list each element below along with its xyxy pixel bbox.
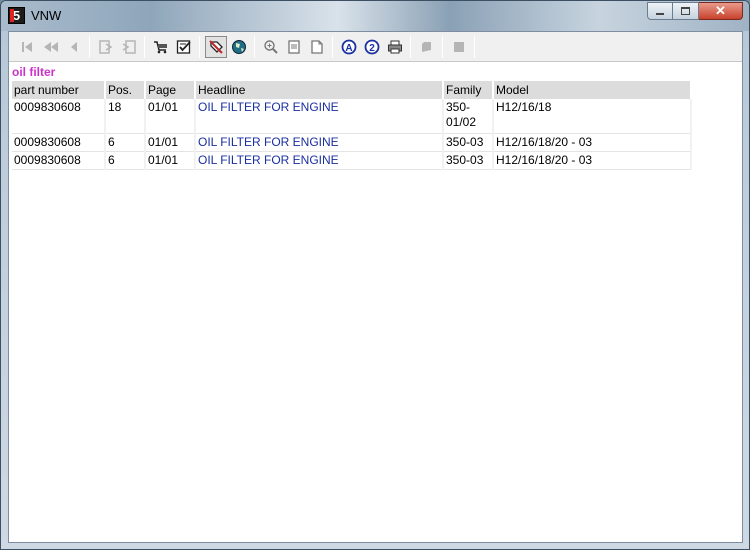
cell-part-number: 0009830608 [12,99,106,134]
column-header-family[interactable]: Family [443,81,494,99]
stamp-icon [421,41,431,52]
cell-part-number: 0009830608 [12,133,106,152]
export-button[interactable] [95,36,117,58]
cell-page: 01/01 [145,133,196,152]
previous-page-button[interactable] [63,36,85,58]
svg-text:2: 2 [369,43,375,54]
table-row[interactable]: 0009830608 18 01/01 OIL FILTER FOR ENGIN… [12,99,692,134]
toolbar: A 2 [9,32,742,62]
action-group: A 2 [335,34,408,60]
print-button[interactable] [384,36,406,58]
table-row[interactable]: 0009830608 6 01/01 OIL FILTER FOR ENGINE… [12,151,692,170]
tag-button[interactable] [204,35,227,58]
maximize-button[interactable] [673,2,699,20]
page-fold-button[interactable] [306,36,328,58]
cart-group [147,34,197,60]
app-window: 5 VNW ✕ A 2 oil filter part number Pos. … [0,0,750,550]
client-area: A 2 oil filter part number Pos. Page Hea… [8,31,743,543]
export-icon [98,39,112,54]
nav-group [14,34,87,60]
toolbar-separator [442,35,443,58]
cart-button[interactable] [150,36,172,58]
first-page-icon [21,41,32,52]
print-icon [387,40,402,53]
stop-icon [453,41,464,52]
view-group [202,34,252,60]
cell-model: H12/16/18 [493,99,692,134]
svg-text:A: A [345,43,352,54]
cell-part-number: 0009830608 [12,151,106,170]
checklist-icon [176,39,191,54]
column-header-headline[interactable]: Headline [195,81,444,99]
column-header-page[interactable]: Page [145,81,196,99]
zoom-group [257,34,330,60]
cell-model: H12/16/18/20 - 03 [493,133,692,152]
caption-buttons: ✕ [647,2,743,20]
cell-pos: 6 [105,151,146,170]
cell-headline-link[interactable]: OIL FILTER FOR ENGINE [195,133,444,152]
close-icon: ✕ [715,3,726,18]
table-row[interactable]: 0009830608 6 01/01 OIL FILTER FOR ENGINE… [12,133,692,152]
circle-a-button[interactable]: A [338,36,360,58]
toolbar-separator [254,35,255,58]
zoom-in-icon [263,39,278,54]
maximize-icon [681,7,690,15]
stop-button[interactable] [448,36,470,58]
page-fold-icon [310,39,323,54]
column-header-model[interactable]: Model [493,81,692,99]
toolbar-separator [144,35,145,58]
stop-group [445,34,472,60]
previous-pages-icon [43,41,58,52]
stamp-button[interactable] [416,36,438,58]
cell-headline-link[interactable]: OIL FILTER FOR ENGINE [195,151,444,170]
close-button[interactable]: ✕ [699,2,743,20]
cell-family: 350-03 [443,151,494,170]
cell-family: 350-01/02 [443,99,494,134]
import-button[interactable] [118,36,140,58]
toolbar-separator [199,35,200,58]
minimize-button[interactable] [647,2,673,20]
cell-page: 01/01 [145,151,196,170]
checklist-button[interactable] [173,36,195,58]
page-icon [287,39,300,54]
title-bar[interactable]: 5 VNW ✕ [1,1,749,31]
cell-pos: 18 [105,99,146,134]
table-header-row: part number Pos. Page Headline Family Mo… [12,81,692,99]
tag-icon [208,39,223,54]
circle-2-button[interactable]: 2 [361,36,383,58]
circle-2-icon: 2 [364,39,379,54]
window-title: VNW [31,8,62,23]
cell-headline-link[interactable]: OIL FILTER FOR ENGINE [195,99,444,134]
toolbar-separator [332,35,333,58]
results-table: part number Pos. Page Headline Family Mo… [12,81,692,170]
toolbar-separator [89,35,90,58]
import-icon [122,39,136,54]
column-header-part-number[interactable]: part number [12,81,106,99]
globe-icon [231,39,246,54]
cart-icon [153,40,167,53]
toolbar-separator [474,35,475,58]
cell-pos: 6 [105,133,146,152]
previous-page-icon [70,41,77,52]
circle-a-icon: A [341,39,356,54]
cell-page: 01/01 [145,99,196,134]
io-group [92,34,142,60]
cell-family: 350-03 [443,133,494,152]
minimize-icon [656,13,664,15]
column-header-pos[interactable]: Pos. [105,81,146,99]
page-button[interactable] [283,36,305,58]
app-logo-icon[interactable]: 5 [8,7,25,24]
misc-group [413,34,440,60]
toolbar-separator [410,35,411,58]
search-query: oil filter [12,65,56,79]
zoom-in-button[interactable] [260,36,282,58]
globe-button[interactable] [228,36,250,58]
previous-pages-button[interactable] [40,36,62,58]
cell-model: H12/16/18/20 - 03 [493,151,692,170]
first-page-button[interactable] [17,36,39,58]
